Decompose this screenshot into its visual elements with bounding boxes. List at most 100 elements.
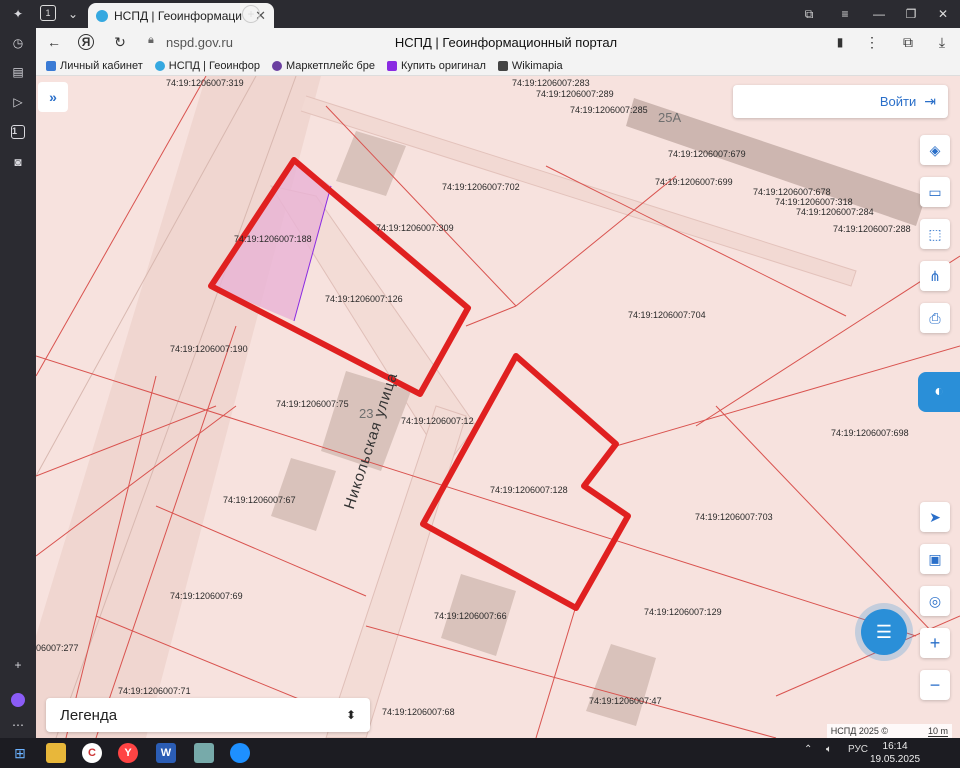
- select-area-icon: ⬚: [928, 225, 942, 242]
- word-icon[interactable]: W: [156, 743, 176, 763]
- bookmark-item[interactable]: Wikimapia: [497, 60, 563, 72]
- video-icon[interactable]: ▷: [8, 92, 28, 112]
- reload-button[interactable]: ↻: [110, 32, 130, 52]
- parcel-label: 74:19:1206007:679: [668, 149, 746, 159]
- bookmark-manager-icon[interactable]: ⧉: [800, 5, 818, 23]
- tab-strip: 1 ⌄ НСПД | Геоинформаци ✕ + ⧉ ≡ — ❐ ✕: [36, 0, 960, 28]
- share-icon: ⋔: [929, 267, 941, 284]
- bookmark-favicon-icon: [154, 60, 165, 71]
- plus-icon: +: [929, 632, 941, 653]
- speaker-icon[interactable]: 🔈︎: [826, 744, 832, 755]
- chat-button[interactable]: ☰: [861, 609, 907, 655]
- layers-icon: ◈: [929, 141, 941, 158]
- more-icon[interactable]: ⋯: [8, 715, 28, 735]
- restore-button[interactable]: ❐: [902, 5, 920, 23]
- minimap-icon: ▣: [928, 550, 942, 567]
- parcel-label: 74:19:1206007:71: [118, 686, 191, 696]
- parcel-label: 74:19:1206007:288: [833, 224, 911, 234]
- yandex-icon[interactable]: Я: [78, 34, 94, 50]
- side-panel-button[interactable]: ◐: [918, 372, 960, 412]
- share-button[interactable]: ⋔: [920, 261, 950, 291]
- windows-taskbar: ⊞ C Y W ⌃ 🔈︎ РУС 16:14 19.05.2025: [0, 738, 960, 768]
- layers-button[interactable]: ◈: [920, 135, 950, 165]
- edge-icon[interactable]: [230, 743, 250, 763]
- parcel-label: 74:19:1206007:283: [512, 78, 590, 88]
- bookmark-favicon-icon: [46, 60, 56, 71]
- collections-icon[interactable]: ▤: [8, 62, 28, 82]
- parcel-label: 74:19:1206007:703: [695, 512, 773, 522]
- chevron-down-icon[interactable]: ⌄: [64, 5, 82, 23]
- bookmark-favicon-icon: [386, 60, 397, 71]
- navigation-arrow-icon: ➤: [929, 508, 941, 525]
- parcel-label: 74:19:1206007:699: [655, 177, 733, 187]
- assistant-icon[interactable]: [8, 690, 28, 710]
- building: [586, 644, 656, 726]
- bookmark-item[interactable]: Купить оригинал: [386, 60, 486, 72]
- windows-start-icon[interactable]: ⊞: [10, 743, 30, 763]
- app-icon-2[interactable]: [194, 743, 214, 763]
- add-icon[interactable]: +: [8, 655, 28, 675]
- zoom-out-button[interactable]: −: [920, 670, 950, 700]
- parcel-label: 74:19:1206007:289: [536, 89, 614, 99]
- parcel-label: 74:19:1206007:285: [570, 105, 648, 115]
- parcel-label: 74:19:1206007:284: [796, 207, 874, 217]
- expand-panel-button[interactable]: »: [38, 82, 68, 112]
- app-icon[interactable]: C: [82, 743, 102, 763]
- login-icon: ⇥: [924, 93, 936, 109]
- parcel-label: 74:19:1206007:128: [490, 485, 568, 495]
- back-button[interactable]: ←: [44, 32, 64, 52]
- file-explorer-icon[interactable]: [46, 743, 66, 763]
- address-toolbar: ← Я ↻ 🔒︎ nspd.gov.ru НСПД | Геоинформаци…: [36, 28, 960, 56]
- clock[interactable]: 16:14 19.05.2025: [870, 740, 920, 766]
- screenshot-icon[interactable]: ◙: [8, 152, 28, 172]
- tab-counter-icon[interactable]: 1: [8, 122, 28, 142]
- parcel-map: [36, 76, 960, 738]
- download-icon[interactable]: ⤓: [932, 32, 952, 52]
- select-area-button[interactable]: ⬚: [920, 219, 950, 249]
- geolocation-button[interactable]: ◎: [920, 586, 950, 616]
- parcel-label: 74:19:1206007:69: [170, 591, 243, 601]
- parcel-label: 74:19:1206007:12: [401, 416, 474, 426]
- parcel-label: 74:19:1206007:704: [628, 310, 706, 320]
- zoom-in-button[interactable]: +: [920, 628, 950, 658]
- tab-title: НСПД | Геоинформаци: [114, 8, 242, 23]
- minimap-button[interactable]: ▣: [920, 544, 950, 574]
- tab-count-button[interactable]: 1: [40, 5, 56, 21]
- more-vert-icon[interactable]: ⋮: [862, 32, 882, 52]
- legend-dropdown[interactable]: Легенда ⬍: [46, 698, 370, 732]
- bookmark-item[interactable]: Маркетплейс бре: [271, 60, 375, 72]
- close-window-button[interactable]: ✕: [934, 5, 952, 23]
- parcel-label: 74:19:1206007:47: [589, 696, 662, 706]
- nspd-logo-icon: ◐: [934, 383, 944, 400]
- minus-icon: −: [929, 674, 941, 695]
- menu-icon[interactable]: ≡: [836, 5, 854, 23]
- bookmark-icon[interactable]: ▮: [830, 32, 850, 52]
- print-button[interactable]: ⎙: [920, 303, 950, 333]
- parcel-label: 74:19:1206007:702: [442, 182, 520, 192]
- login-button[interactable]: Войти ⇥: [733, 85, 948, 118]
- parcel-label: 74:19:1206007:75: [276, 399, 349, 409]
- chevron-up-icon[interactable]: ⌃: [804, 744, 812, 755]
- building-number: 25А: [658, 110, 682, 125]
- parcel-label: 74:19:1206007:678: [753, 187, 831, 197]
- page-title: НСПД | Геоинформационный портал: [394, 35, 618, 50]
- language-indicator[interactable]: РУС: [848, 744, 868, 755]
- parcel-label: 74:19:1206007:66: [434, 611, 507, 621]
- scale-bar: 10 m: [927, 725, 948, 737]
- map-canvas[interactable]: Никольская улица 25А 23 74:19:1206007:31…: [36, 76, 960, 738]
- geolocation-icon: ◎: [928, 592, 942, 609]
- measure-button[interactable]: ▭: [920, 177, 950, 207]
- bookmark-item[interactable]: Личный кабинет: [46, 60, 143, 72]
- parcel-label: 74:19:1206007:68: [382, 707, 455, 717]
- locate-button[interactable]: ➤: [920, 502, 950, 532]
- alice-icon[interactable]: ✦: [8, 4, 28, 24]
- extensions-icon[interactable]: ⧉: [898, 32, 918, 52]
- new-tab-button[interactable]: +: [242, 5, 260, 23]
- address-bar[interactable]: 🔒︎ nspd.gov.ru НСПД | Геоинформационный …: [146, 31, 866, 53]
- bookmark-favicon-icon: [271, 60, 282, 71]
- bookmark-item[interactable]: НСПД | Геоинфор: [154, 60, 260, 72]
- history-icon[interactable]: ◷: [8, 33, 28, 53]
- yandex-browser-icon[interactable]: Y: [118, 743, 138, 763]
- chat-icon: ☰: [875, 621, 893, 642]
- minimize-button[interactable]: —: [870, 5, 888, 23]
